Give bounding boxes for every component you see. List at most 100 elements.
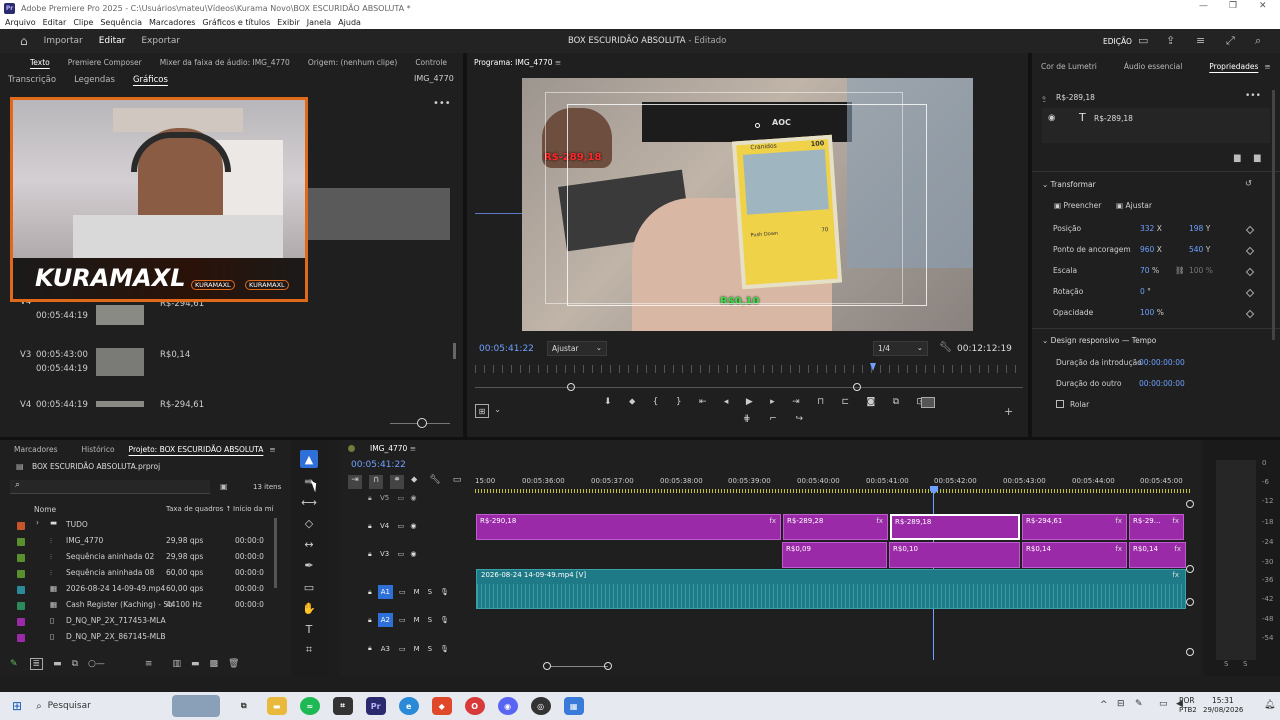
fill-option[interactable]: ▣ Preencher bbox=[1054, 201, 1101, 210]
reset-icon[interactable]: ↺ bbox=[1245, 179, 1252, 189]
nav-editar[interactable]: Editar bbox=[99, 36, 126, 46]
timeline-zoom-bar[interactable] bbox=[550, 666, 608, 667]
tab-lumetri[interactable]: Cor de Lumetri bbox=[1041, 62, 1097, 71]
trash-icon[interactable]: ▆ bbox=[1254, 153, 1261, 163]
nav-importar[interactable]: Importar bbox=[44, 36, 83, 46]
app-icon[interactable]: ⌗ bbox=[332, 697, 353, 715]
keyframe-icon[interactable] bbox=[1245, 267, 1255, 277]
zoom-slider-handle[interactable] bbox=[417, 418, 427, 428]
step-back-icon[interactable]: ◂ bbox=[724, 397, 729, 411]
scrollbar[interactable] bbox=[453, 343, 456, 359]
extract-icon[interactable]: ⊏ bbox=[842, 397, 850, 411]
project-item[interactable]: ▯ D_NQ_NP_2X_717453-MLA bbox=[0, 614, 280, 630]
play-icon[interactable]: ▶ bbox=[746, 397, 753, 411]
icon-view-icon[interactable]: ▬ bbox=[53, 659, 62, 669]
scroll-handle-mid[interactable] bbox=[1186, 565, 1194, 573]
hand-icon[interactable]: ✋ bbox=[300, 599, 318, 617]
project-item[interactable]: ⫶ Sequência aninhada 02 29,98 qps 00:00:0 bbox=[0, 550, 280, 566]
sync-icon[interactable]: ▭ bbox=[397, 550, 404, 558]
roll-checkbox[interactable] bbox=[1056, 400, 1064, 408]
trash-icon[interactable]: 🗑︎ bbox=[228, 659, 239, 669]
minimize-icon[interactable]: — bbox=[1199, 1, 1208, 11]
maximize-icon[interactable]: ❐ bbox=[1229, 1, 1237, 11]
chevron-down-icon[interactable]: ⌄ bbox=[494, 405, 501, 415]
home-icon[interactable]: ⌂ bbox=[20, 34, 28, 48]
menu-ajuda[interactable]: Ajuda bbox=[338, 18, 361, 27]
clip[interactable]: R$-290,18 fx bbox=[476, 514, 781, 540]
sync-icon[interactable]: ▭ bbox=[397, 494, 404, 502]
menu-marcadores[interactable]: Marcadores bbox=[149, 18, 195, 27]
export-icon[interactable]: ↪ bbox=[795, 414, 803, 424]
time-ruler[interactable]: 15:00 00:05:36:00 00:05:37:00 00:05:38:0… bbox=[475, 476, 1190, 488]
go-to-in-icon[interactable]: ⇤ bbox=[699, 397, 707, 411]
clip-selected[interactable]: R$-289,18 bbox=[890, 514, 1020, 540]
tray-chevron-icon[interactable]: ^ bbox=[1100, 700, 1108, 710]
adjust-option[interactable]: ▣ Ajustar bbox=[1116, 201, 1152, 210]
keyframe-icon[interactable] bbox=[1245, 225, 1255, 235]
nav-exportar[interactable]: Exportar bbox=[141, 36, 180, 46]
search-input[interactable]: ⌕ bbox=[10, 480, 210, 494]
spotify-icon[interactable]: ≈ bbox=[299, 697, 320, 715]
responsive-section[interactable]: ⌄ Design responsivo — Tempo bbox=[1042, 336, 1156, 345]
menu-icon[interactable]: ≡ bbox=[1196, 34, 1205, 47]
meter-solo-right[interactable]: S bbox=[1243, 660, 1247, 668]
lock-icon[interactable]: 🔒︎ bbox=[368, 588, 372, 597]
automate-icon[interactable]: ▥ bbox=[172, 659, 181, 669]
clip[interactable]: R$-289,28 fx bbox=[783, 514, 888, 540]
project-item[interactable]: ⫶ Sequência aninhada 08 60,00 qps 00:00:0 bbox=[0, 566, 280, 582]
mute-button[interactable]: M bbox=[414, 588, 420, 596]
list-view-icon[interactable]: ≣ bbox=[29, 658, 44, 670]
network-icon[interactable]: ⊟ bbox=[1117, 699, 1125, 709]
timeline-zoom-left[interactable] bbox=[543, 662, 551, 670]
rectangle-icon[interactable]: ▭ bbox=[300, 578, 318, 596]
fit-select[interactable]: Ajustar ⌄ bbox=[547, 341, 607, 356]
meter-solo-left[interactable]: S bbox=[1224, 660, 1228, 668]
anchor-y[interactable]: 540 Y bbox=[1189, 245, 1210, 254]
clock-date[interactable]: 29/08/2026 bbox=[1203, 706, 1243, 714]
snap-icon[interactable]: ∩ bbox=[369, 475, 383, 489]
tab-audio-essencial[interactable]: Áudio essencial bbox=[1124, 62, 1182, 71]
tab-propriedades[interactable]: Propriedades bbox=[1209, 62, 1258, 71]
timeline-title[interactable]: IMG_4770 ≡ bbox=[370, 444, 416, 453]
task-view-icon[interactable]: ⧉ bbox=[234, 697, 254, 715]
pen-icon[interactable]: ✒ bbox=[300, 556, 318, 574]
project-item[interactable]: ▦ 2026-08-24 14-09-49.mp4 60,00 qps 00:00:0 bbox=[0, 582, 280, 598]
expand-icon[interactable]: › bbox=[36, 518, 39, 527]
tab-menu-icon[interactable]: ≡ bbox=[269, 445, 275, 454]
zoom-handle-left[interactable] bbox=[567, 383, 575, 391]
sync-icon[interactable]: ▭ bbox=[399, 645, 406, 653]
video-clip-v2[interactable]: 2026-08-24 14-09-49.mp4 [V] fx bbox=[476, 569, 1186, 609]
ripple-edit-icon[interactable]: ⟷ bbox=[300, 493, 318, 511]
calculator-icon[interactable]: ▦ bbox=[563, 697, 584, 715]
freeform-view-icon[interactable]: ⧉ bbox=[72, 659, 78, 669]
project-item[interactable]: › ▬ TUDO bbox=[0, 518, 280, 534]
opacity-value[interactable]: 100 % bbox=[1140, 308, 1164, 317]
layer-name[interactable]: R$-289,18 bbox=[1094, 114, 1133, 123]
tab-controle[interactable]: Controle bbox=[415, 58, 447, 67]
step-forward-icon[interactable]: ▸ bbox=[770, 397, 775, 411]
tab-texto[interactable]: Texto bbox=[30, 58, 50, 67]
new-bin-icon[interactable]: ▬ bbox=[191, 659, 200, 669]
scrollbar[interactable] bbox=[274, 518, 277, 588]
anchor-x[interactable]: 960 X bbox=[1140, 245, 1162, 254]
wrench-icon[interactable]: 🔧︎ bbox=[939, 342, 952, 353]
language-label[interactable]: POR bbox=[1179, 696, 1195, 705]
mute-button[interactable]: M bbox=[414, 616, 420, 624]
tab-menu-icon[interactable]: ≡ bbox=[1264, 62, 1270, 71]
lift-icon[interactable]: ⊓ bbox=[817, 397, 824, 411]
folder-icon[interactable]: ▆ bbox=[1234, 153, 1241, 163]
brave-icon[interactable]: ◆ bbox=[431, 697, 452, 715]
new-item-icon[interactable]: ▩ bbox=[209, 659, 218, 669]
caption-text[interactable]: R$0,14 bbox=[160, 350, 190, 360]
keyboard-label[interactable]: PTB2 bbox=[1179, 706, 1197, 714]
caption-tool-icon[interactable]: ⌗ bbox=[300, 641, 318, 659]
clip[interactable]: R$0,09 bbox=[782, 542, 887, 568]
timeline-timecode[interactable]: 00:05:41:22 bbox=[351, 460, 406, 470]
sort-icon[interactable]: ≡ bbox=[145, 659, 153, 669]
tab-marcadores[interactable]: Marcadores bbox=[14, 445, 58, 454]
captions-icon[interactable]: ▭ bbox=[453, 475, 462, 489]
menu-editar[interactable]: Editar bbox=[43, 18, 67, 27]
share-icon[interactable]: ⇪ bbox=[1166, 34, 1175, 47]
link-icon[interactable]: ⛓ bbox=[1175, 266, 1185, 275]
premiere-taskbar-icon[interactable]: Pr bbox=[365, 697, 386, 715]
